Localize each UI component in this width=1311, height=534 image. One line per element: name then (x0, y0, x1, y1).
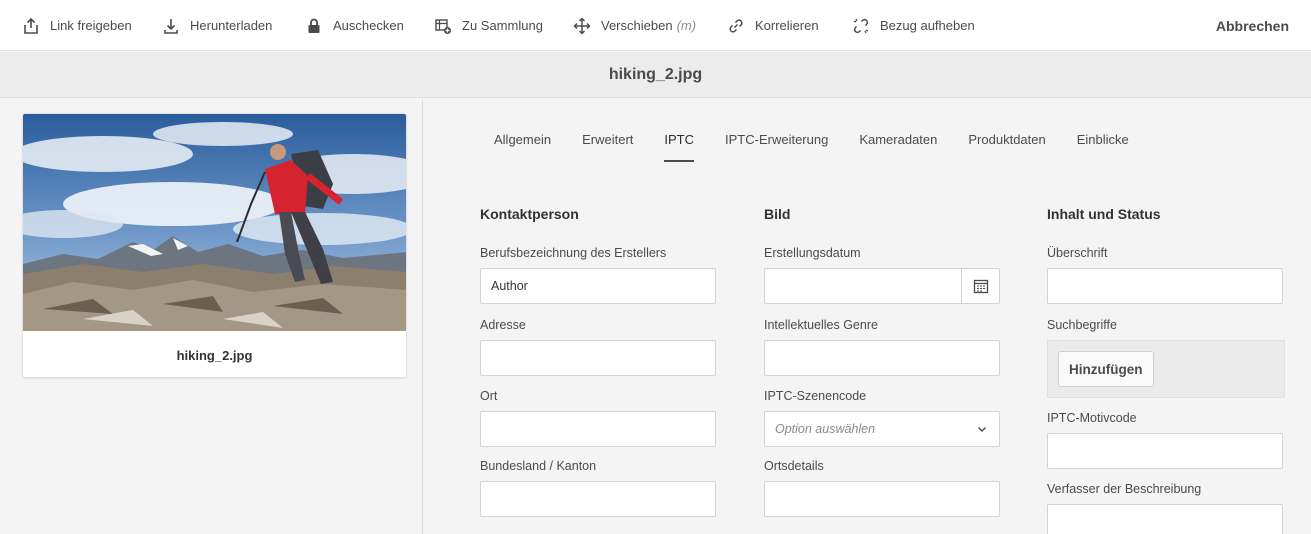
share-link-button[interactable]: Link freigeben (22, 0, 132, 51)
location-details-label: Ortsdetails (764, 459, 824, 473)
action-toolbar: Link freigeben Herunterladen Auschecken … (0, 0, 1311, 51)
city-label: Ort (480, 389, 498, 403)
page-title: hiking_2.jpg (0, 52, 1311, 98)
scene-code-select[interactable]: Option auswählen (764, 411, 1000, 447)
subject-code-input[interactable] (1047, 433, 1283, 469)
add-to-collection-label: Zu Sammlung (462, 18, 543, 33)
download-label: Herunterladen (190, 18, 273, 33)
move-icon (573, 16, 591, 35)
state-input[interactable] (480, 481, 716, 517)
address-input[interactable] (480, 340, 716, 376)
calendar-icon (973, 279, 988, 294)
checkout-button[interactable]: Auschecken (305, 0, 404, 51)
relate-label: Korrelieren (755, 18, 819, 33)
add-to-collection-icon (435, 18, 451, 34)
add-keyword-button[interactable]: Hinzufügen (1058, 351, 1154, 387)
properties-pane: Allgemein Erweitert IPTC IPTC-Erweiterun… (424, 99, 1311, 534)
unlink-icon (853, 18, 869, 33)
tab-iptc[interactable]: IPTC (664, 125, 694, 162)
calendar-button[interactable] (961, 269, 999, 303)
download-icon (164, 18, 178, 34)
content-section: Inhalt und Status Überschrift Suchbegrif… (1047, 206, 1285, 534)
description-writer-input[interactable] (1047, 504, 1283, 534)
contact-section-title: Kontaktperson (480, 206, 579, 222)
tab-allgemein[interactable]: Allgemein (494, 125, 551, 162)
tab-kameradaten[interactable]: Kameradaten (859, 125, 937, 162)
job-title-label: Berufsbezeichnung des Erstellers (480, 246, 667, 260)
location-details-input[interactable] (764, 481, 1000, 517)
tab-erweitert[interactable]: Erweitert (582, 125, 633, 162)
checkout-label: Auschecken (333, 18, 404, 33)
preview-pane: hiking_2.jpg (0, 99, 423, 534)
cancel-button[interactable]: Abbrechen (1216, 0, 1289, 51)
city-input[interactable] (480, 411, 716, 447)
tab-iptc-erweiterung[interactable]: IPTC-Erweiterung (725, 125, 828, 162)
subject-code-label: IPTC-Motivcode (1047, 411, 1137, 425)
image-section: Bild Erstellungsdatum Intellektuelles Ge… (764, 206, 1002, 517)
lock-icon (308, 18, 320, 33)
scene-code-placeholder: Option auswählen (775, 422, 876, 436)
unrelate-button[interactable]: Bezug aufheben (852, 0, 975, 51)
share-link-label: Link freigeben (50, 18, 132, 33)
image-section-title: Bild (764, 206, 791, 222)
relate-button[interactable]: Korrelieren (727, 0, 819, 51)
keywords-label: Suchbegriffe (1047, 318, 1117, 332)
share-link-icon (24, 17, 38, 34)
headline-input[interactable] (1047, 268, 1283, 304)
scene-code-label: IPTC-Szenencode (764, 389, 867, 403)
description-writer-label: Verfasser der Beschreibung (1047, 482, 1202, 496)
link-icon (729, 18, 743, 33)
address-label: Adresse (480, 318, 526, 332)
headline-label: Überschrift (1047, 246, 1108, 260)
creation-date-label: Erstellungsdatum (764, 246, 861, 260)
creation-date-input[interactable] (764, 268, 1000, 304)
asset-thumbnail-image (23, 114, 406, 331)
contact-section: Kontaktperson Berufsbezeichnung des Erst… (480, 206, 718, 517)
asset-card[interactable]: hiking_2.jpg (22, 113, 407, 378)
asset-caption: hiking_2.jpg (176, 347, 253, 363)
content-section-title: Inhalt und Status (1047, 206, 1161, 222)
state-label: Bundesland / Kanton (480, 459, 597, 473)
move-shortcut-hint: (m) (676, 18, 697, 33)
move-label: Verschieben (601, 18, 673, 33)
tab-produktdaten[interactable]: Produktdaten (968, 125, 1045, 162)
keywords-field: Hinzufügen (1047, 340, 1285, 398)
add-to-collection-button[interactable]: Zu Sammlung (434, 0, 543, 51)
job-title-input[interactable]: Author (480, 268, 716, 304)
unrelate-label: Bezug aufheben (880, 18, 975, 33)
download-button[interactable]: Herunterladen (162, 0, 272, 51)
tab-einblicke[interactable]: Einblicke (1077, 125, 1129, 162)
move-button[interactable]: Verschieben (m) (573, 0, 696, 51)
genre-label: Intellektuelles Genre (764, 318, 878, 332)
genre-input[interactable] (764, 340, 1000, 376)
property-tabs: Allgemein Erweitert IPTC IPTC-Erweiterun… (494, 125, 1160, 162)
chevron-down-icon (978, 427, 986, 432)
